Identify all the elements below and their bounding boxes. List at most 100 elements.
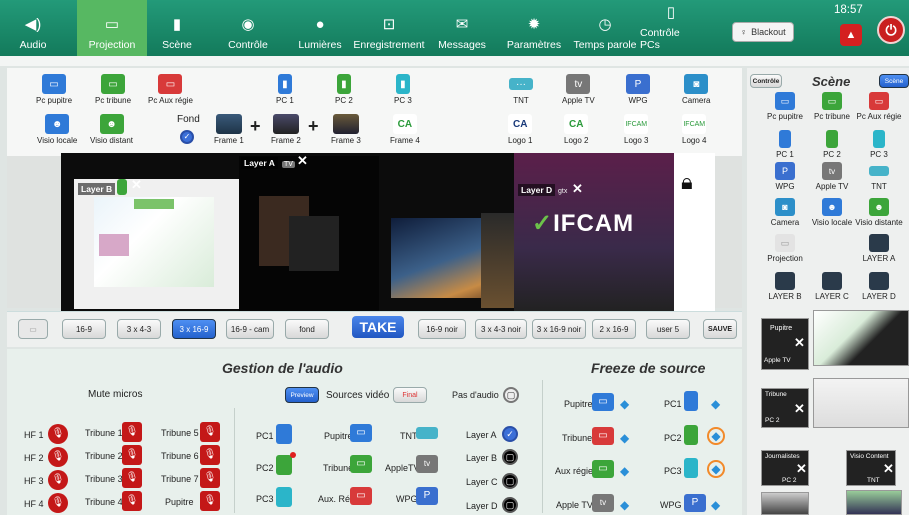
scene-item[interactable]: ▭ Pc pupitre — [759, 92, 811, 121]
layer-b-close-icon[interactable]: ✕ — [131, 177, 142, 193]
scene-thumb-5[interactable]: Journalistes PC 2 ✕ — [761, 450, 809, 486]
alarm-button[interactable]: ▲ — [840, 24, 862, 46]
mute-hf4-button[interactable]: 🎙︎ — [48, 493, 68, 513]
mute-tribune1-button[interactable]: 🎙︎ — [122, 422, 142, 442]
scene-item[interactable]: P WPG — [759, 162, 811, 191]
nav-projection[interactable]: ▭ Projection — [77, 0, 147, 56]
nav-enregistrement[interactable]: ⊡ Enregistrement — [353, 0, 424, 56]
source-pc-aux-regie[interactable]: ▭ Pc Aux régie — [148, 74, 193, 105]
scene-thumb-6[interactable]: Visio Content TNT ✕ — [846, 450, 896, 486]
appletv-audio-button[interactable]: tv — [416, 455, 438, 473]
preset-3x4-3[interactable]: 3 x 4-3 — [117, 319, 161, 339]
pc2-audio-button[interactable] — [276, 455, 292, 475]
close-icon[interactable]: ✕ — [883, 461, 894, 477]
scene-thumb-3[interactable]: Tribune PC 2 ✕ — [761, 388, 809, 428]
source-camera[interactable]: ◙ Camera — [682, 74, 710, 105]
source-pc2[interactable]: ▮ PC 2 — [335, 74, 353, 105]
layer-d-close-icon[interactable]: ✕ — [572, 181, 583, 197]
nav-temps-parole[interactable]: ◷ Temps parole — [573, 0, 637, 56]
tribune-audio-button[interactable]: ▭ — [350, 455, 372, 473]
scene-thumb-2[interactable] — [813, 310, 909, 366]
mute-pupitre-button[interactable]: 🎙︎ — [200, 491, 220, 511]
scene-item[interactable]: PC 1 — [759, 130, 811, 159]
source-pc3[interactable]: ▮ PC 3 — [394, 74, 412, 105]
mute-tribune2-button[interactable]: 🎙︎ — [122, 445, 142, 465]
pc1-audio-button[interactable] — [276, 424, 292, 444]
scene-item[interactable]: ☻ Visio locale — [806, 198, 858, 227]
layer-d-audio-toggle[interactable]: ▢ — [502, 497, 518, 513]
preview-button[interactable]: Preview — [285, 387, 319, 403]
pupitre-audio-button[interactable]: ▭ — [350, 424, 372, 442]
nav-controle[interactable]: ◉ Contrôle — [220, 0, 276, 56]
wpg-audio-button[interactable]: P — [416, 487, 438, 505]
final-button[interactable]: Final — [393, 387, 427, 403]
nav-scene[interactable]: ▮ Scène — [152, 0, 202, 56]
nav-lumieres[interactable]: ● Lumières — [292, 0, 348, 56]
preset-user-5[interactable]: user 5 — [646, 319, 690, 339]
layer-c-audio-toggle[interactable]: ▢ — [502, 473, 518, 489]
nav-audio[interactable]: ◀) Audio — [8, 0, 58, 56]
source-visio-distant[interactable]: ☻ Visio distant — [90, 114, 133, 145]
freeze-cube-icon[interactable]: ◆ — [711, 498, 720, 512]
layer-b-audio-toggle[interactable]: ▢ — [502, 449, 518, 465]
logo-4[interactable]: IFCAM Logo 4 — [682, 114, 706, 145]
scene-item[interactable]: ☻ Visio distante — [853, 198, 905, 227]
close-icon[interactable]: ✕ — [796, 461, 807, 477]
close-icon[interactable]: ✕ — [794, 335, 805, 351]
source-pc-tribune[interactable]: ▭ Pc tribune — [95, 74, 131, 105]
layout-preview-stage[interactable]: Layer B ✕ Layer A TV ✕ ✓IFCAM Layer D gt… — [61, 153, 715, 311]
freeze-cube-icon[interactable]: ◆ — [620, 498, 629, 512]
preset-3x16-9[interactable]: 3 x 16-9 — [172, 319, 216, 339]
mute-hf3-button[interactable]: 🎙︎ — [48, 470, 68, 490]
power-button[interactable]: ⏻ — [877, 16, 905, 44]
close-icon[interactable]: ✕ — [794, 401, 805, 417]
source-wpg[interactable]: P WPG — [626, 74, 650, 105]
scene-item[interactable]: PC 3 — [853, 130, 905, 159]
preset-16-9[interactable]: 16-9 — [62, 319, 106, 339]
source-pc1[interactable]: ▮ PC 1 — [276, 74, 294, 105]
scene-item[interactable]: LAYER A — [853, 234, 905, 263]
take-button[interactable]: TAKE — [352, 316, 404, 338]
freeze-cube-active-icon[interactable]: ◆ — [707, 460, 725, 478]
logo-3[interactable]: IFCAM Logo 3 — [624, 114, 648, 145]
fond-checkbox[interactable]: ✓ — [180, 130, 194, 144]
scene-item[interactable]: ▭ Projection — [759, 234, 811, 263]
source-pc-pupitre[interactable]: ▭ Pc pupitre — [36, 74, 72, 105]
controle-tab[interactable]: Contrôle — [750, 74, 782, 88]
mute-tribune3-button[interactable]: 🎙︎ — [122, 468, 142, 488]
freeze-cube-icon[interactable]: ◆ — [711, 397, 720, 411]
scene-item[interactable]: ◙ Camera — [759, 198, 811, 227]
mute-tribune5-button[interactable]: 🎙︎ — [200, 422, 220, 442]
scene-thumb-8[interactable] — [846, 490, 902, 515]
logo-2[interactable]: CA Logo 2 — [564, 114, 588, 145]
frame-1[interactable]: Frame 1 — [214, 114, 244, 145]
scene-tab[interactable]: Scène — [879, 74, 909, 88]
save-preset-button[interactable]: SAUVE — [703, 319, 737, 339]
scene-item[interactable]: PC 2 — [806, 130, 858, 159]
pas-audio-toggle[interactable]: ▢ — [503, 387, 519, 403]
scene-item[interactable]: LAYER D — [853, 272, 905, 301]
layer-b[interactable] — [74, 179, 239, 309]
frame-4[interactable]: CA Frame 4 — [390, 114, 420, 145]
scene-item[interactable]: ▭ Pc Aux régie — [853, 92, 905, 121]
mute-hf2-button[interactable]: 🎙︎ — [48, 447, 68, 467]
tnt-audio-button[interactable] — [416, 427, 438, 439]
layer-a[interactable] — [239, 156, 379, 311]
scene-item[interactable]: LAYER C — [806, 272, 858, 301]
logo-1[interactable]: CA Logo 1 — [508, 114, 532, 145]
freeze-cube-active-icon[interactable]: ◆ — [707, 427, 725, 445]
aux-regie-audio-button[interactable]: ▭ — [350, 487, 372, 505]
frame-3[interactable]: Frame 3 — [331, 114, 361, 145]
projector-preset-icon[interactable]: ▭ — [18, 319, 48, 339]
freeze-cube-icon[interactable]: ◆ — [620, 464, 629, 478]
blackout-button[interactable]: ♀ Blackout — [732, 22, 794, 42]
source-tnt[interactable]: ··· TNT — [509, 74, 533, 105]
layer-a-audio-toggle[interactable]: ✓ — [502, 426, 518, 442]
preset-3x16-9-noir[interactable]: 3 x 16-9 noir — [532, 319, 586, 339]
preset-2x16-9[interactable]: 2 x 16-9 — [592, 319, 636, 339]
frame-2[interactable]: Frame 2 — [271, 114, 301, 145]
mute-tribune6-button[interactable]: 🎙︎ — [200, 445, 220, 465]
layer-a-close-icon[interactable]: ✕ — [297, 153, 308, 169]
source-visio-locale[interactable]: ☻ Visio locale — [37, 114, 77, 145]
scene-thumb-1[interactable]: Pupitre Apple TV ✕ — [761, 318, 809, 370]
